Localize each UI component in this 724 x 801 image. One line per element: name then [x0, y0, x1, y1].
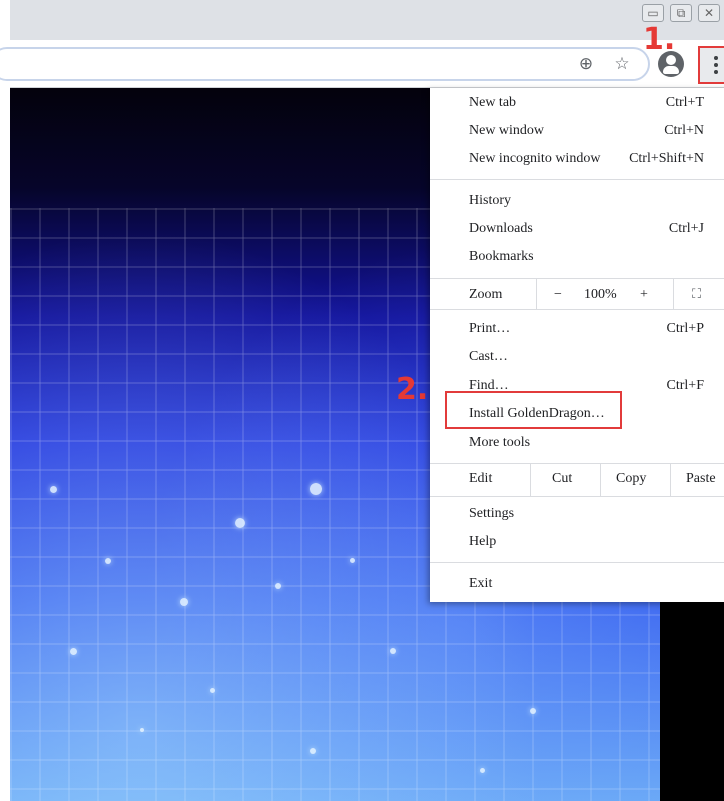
sparkle	[350, 558, 355, 563]
zoom-out-button[interactable]: −	[554, 281, 562, 309]
menu-item-exit[interactable]: Exit	[430, 570, 724, 598]
menu-item-shortcut: Ctrl+N	[664, 123, 704, 138]
menu-item-new-tab[interactable]: New tab Ctrl+T	[430, 89, 724, 117]
sparkle	[390, 648, 396, 654]
chrome-menu-button[interactable]	[698, 46, 724, 84]
menu-item-history[interactable]: History	[430, 187, 724, 215]
menu-item-shortcut: Ctrl+F	[666, 378, 704, 393]
window-controls: ▭ ⧉ ✕	[642, 4, 720, 22]
sparkle	[210, 688, 215, 693]
sparkle	[530, 708, 536, 714]
browser-toolbar: ⊕ ☆	[0, 40, 724, 88]
menu-item-settings[interactable]: Settings	[430, 500, 724, 528]
menu-item-more-tools[interactable]: More tools	[430, 429, 724, 457]
sparkle	[180, 598, 188, 606]
menu-separator	[430, 496, 724, 497]
minimize-icon[interactable]: ▭	[642, 4, 664, 22]
menu-item-shortcut: Ctrl+Shift+N	[629, 151, 704, 166]
sparkle	[310, 748, 316, 754]
menu-row-zoom: Zoom − 100% + ⛶	[430, 281, 724, 309]
window-title-bar: ▭ ⧉ ✕	[10, 0, 724, 40]
menu-item-shortcut: Ctrl+T	[665, 95, 704, 110]
menu-separator	[430, 463, 724, 464]
menu-separator	[430, 562, 724, 563]
sparkle	[235, 518, 245, 528]
edit-divider	[670, 463, 671, 496]
chrome-main-menu: New tab Ctrl+T New window Ctrl+N New inc…	[430, 88, 724, 602]
sparkle	[50, 486, 57, 493]
zoom-divider	[536, 278, 537, 309]
page-dark-edge	[660, 600, 724, 801]
paste-button[interactable]: Paste	[686, 465, 716, 493]
menu-item-shortcut: Ctrl+J	[668, 221, 704, 236]
kebab-menu-icon	[714, 56, 718, 74]
menu-item-label: Downloads	[469, 221, 533, 236]
fullscreen-icon[interactable]: ⛶	[692, 281, 701, 309]
zoom-level: 100%	[584, 287, 617, 302]
sparkle	[480, 768, 485, 773]
menu-row-edit: Edit Cut Copy Paste	[430, 465, 724, 493]
zoom-in-button[interactable]: +	[640, 281, 648, 309]
copy-button[interactable]: Copy	[616, 465, 646, 493]
menu-item-downloads[interactable]: Downloads Ctrl+J	[430, 215, 724, 243]
menu-item-new-incognito-window[interactable]: New incognito window Ctrl+Shift+N	[430, 145, 724, 173]
menu-item-help[interactable]: Help	[430, 528, 724, 556]
sparkle	[310, 483, 322, 495]
zoom-label: Zoom	[469, 287, 503, 302]
menu-item-label: Cast…	[469, 349, 508, 364]
screenshot: ▭ ⧉ ✕ ⊕ ☆ 1. 2. New tab Ctrl+T New windo…	[0, 0, 724, 801]
step-2-label: 2.	[396, 372, 429, 407]
menu-item-cast[interactable]: Cast…	[430, 343, 724, 371]
menu-item-label: Print…	[469, 321, 511, 336]
menu-item-print[interactable]: Print… Ctrl+P	[430, 315, 724, 343]
menu-item-new-window[interactable]: New window Ctrl+N	[430, 117, 724, 145]
menu-item-label: New tab	[469, 95, 517, 110]
bookmark-star-icon[interactable]: ☆	[610, 52, 634, 76]
menu-item-shortcut: Ctrl+P	[666, 321, 704, 336]
edit-label: Edit	[469, 471, 493, 486]
menu-item-label: Bookmarks	[469, 249, 534, 264]
cut-button[interactable]: Cut	[552, 465, 572, 493]
restore-icon[interactable]: ⧉	[670, 4, 692, 22]
sparkle	[70, 648, 77, 655]
close-icon[interactable]: ✕	[698, 4, 720, 22]
menu-item-label: New incognito window	[469, 151, 601, 166]
sparkle	[140, 728, 144, 732]
menu-item-label: New window	[469, 123, 545, 138]
edit-divider	[600, 463, 601, 496]
menu-item-label: More tools	[469, 435, 531, 450]
menu-item-label: History	[469, 193, 511, 208]
zoom-divider	[673, 278, 674, 309]
menu-separator	[430, 309, 724, 310]
edit-divider	[530, 463, 531, 496]
zoom-icon[interactable]: ⊕	[574, 52, 598, 76]
install-highlight-box	[445, 391, 622, 429]
address-bar[interactable]	[0, 47, 650, 81]
sparkle	[105, 558, 111, 564]
menu-item-bookmarks[interactable]: Bookmarks	[430, 243, 724, 271]
menu-item-label: Help	[469, 534, 497, 549]
menu-separator	[430, 179, 724, 180]
menu-separator	[430, 278, 724, 279]
sparkle	[275, 583, 281, 589]
menu-item-label: Settings	[469, 506, 515, 521]
menu-item-label: Exit	[469, 576, 493, 591]
step-1-label: 1.	[643, 22, 676, 57]
